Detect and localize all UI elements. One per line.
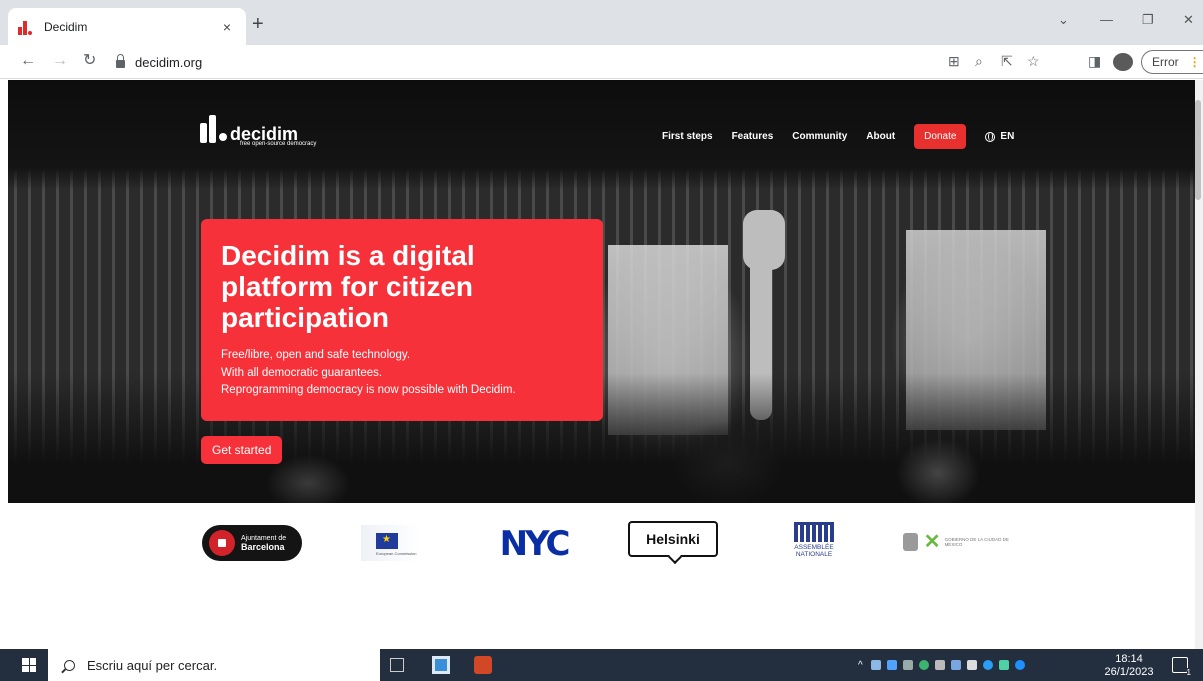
decidim-favicon-icon — [18, 19, 34, 35]
tray-app-icon[interactable] — [886, 660, 897, 670]
european-commission-logo[interactable]: European Commission — [361, 525, 421, 561]
reload-icon[interactable]: ↻ — [83, 51, 96, 71]
bluetooth-icon[interactable] — [1014, 660, 1025, 670]
wifi-icon[interactable] — [902, 660, 913, 670]
barcelona-line1: Ajuntament de — [241, 535, 287, 542]
hero-line: Free/libre, open and safe technology. — [221, 349, 411, 361]
windows-taskbar: Escriu aquí per cercar. ^ 18:14 26/1/202… — [0, 649, 1203, 681]
hero-card: Decidim is a digital platform for citize… — [201, 219, 603, 421]
volume-icon[interactable] — [934, 660, 945, 670]
side-panel-icon[interactable]: ◨ — [1088, 52, 1101, 70]
get-started-button[interactable]: Get started — [201, 436, 283, 464]
nav-about[interactable]: About — [866, 131, 895, 142]
main-nav: First steps Features Community About Don… — [662, 124, 1014, 149]
barcelona-text: Ajuntament de Barcelona — [241, 535, 287, 552]
helsinki-text: Helsinki — [646, 531, 700, 547]
notification-count: 1 — [1186, 668, 1191, 677]
battery-icon[interactable] — [966, 660, 977, 670]
tray-app-icon[interactable] — [870, 660, 881, 670]
cdmx-shield-icon — [903, 533, 918, 551]
taskbar-clock[interactable]: 18:14 26/1/2023 — [1103, 653, 1155, 679]
globe-icon — [985, 131, 996, 142]
header-shade — [8, 80, 1195, 190]
explorer-app-icon[interactable] — [432, 656, 450, 674]
decidim-logo-icon — [200, 115, 216, 143]
telegram-icon[interactable] — [982, 660, 993, 670]
barcelona-logo[interactable]: Ajuntament de Barcelona — [202, 525, 302, 561]
hero-title: Decidim is a digital platform for citize… — [221, 240, 475, 333]
tray-app-icon[interactable] — [918, 660, 929, 670]
logo-dot — [219, 133, 227, 141]
language-selector[interactable]: EN — [985, 131, 1014, 142]
tab-search-icon[interactable]: ⌄ — [1058, 12, 1069, 28]
zoom-icon[interactable]: ⌕ — [975, 52, 983, 70]
nav-community[interactable]: Community — [792, 131, 847, 142]
tab-strip: Decidim × + ⌄ — ❐ ✕ — [0, 0, 1203, 45]
tab-decidim[interactable]: Decidim × — [8, 8, 246, 45]
assemblee-line1: ASSEMBLÉE — [794, 544, 834, 551]
error-label: Error — [1152, 55, 1179, 69]
minimize-icon[interactable]: — — [1100, 12, 1113, 27]
windows-start-icon[interactable] — [22, 658, 36, 672]
clock-date: 26/1/2023 — [1104, 666, 1154, 678]
close-window-icon[interactable]: ✕ — [1183, 12, 1194, 28]
language-label: EN — [1000, 131, 1015, 142]
hero-section: decidim free open-source democracy First… — [8, 80, 1195, 503]
lock-icon[interactable] — [116, 53, 125, 68]
restore-icon[interactable]: ❐ — [1142, 12, 1154, 28]
share-icon[interactable]: ⇱ — [1001, 52, 1013, 70]
search-placeholder: Escriu aquí per cercar. — [87, 657, 218, 673]
barcelona-line2: Barcelona — [241, 542, 285, 552]
page-scrollbar[interactable] — [1195, 80, 1203, 649]
new-tab-button[interactable]: + — [252, 14, 264, 34]
clock-time: 18:14 — [1115, 653, 1143, 665]
notification-icon[interactable]: 1 — [1172, 657, 1191, 677]
system-tray: ^ — [858, 649, 1031, 681]
url-text[interactable]: decidim.org — [135, 55, 202, 70]
hero-photo-detail — [743, 210, 785, 270]
decidim-logo[interactable]: decidim free open-source democracy — [200, 115, 316, 147]
hero-description: Free/libre, open and safe technology. Wi… — [221, 347, 583, 400]
powerpoint-app-icon[interactable] — [474, 656, 492, 674]
taskbar-search-input[interactable]: Escriu aquí per cercar. — [48, 649, 380, 681]
back-icon[interactable]: ← — [20, 51, 36, 71]
barcelona-seal-icon — [209, 530, 235, 556]
profile-avatar[interactable] — [1113, 53, 1133, 71]
tray-app-icon[interactable] — [998, 660, 1009, 670]
helsinki-logo[interactable]: Helsinki — [628, 521, 718, 557]
tray-chevron-icon[interactable]: ^ — [858, 660, 863, 671]
nav-features[interactable]: Features — [732, 131, 774, 142]
assemblee-nationale-logo[interactable]: ASSEMBLÉE NATIONALE — [788, 522, 840, 566]
task-view-icon[interactable] — [390, 658, 404, 672]
browser-toolbar: ← → ↻ decidim.org ⊞ ⌕ ⇱ ☆ ◨ Error ⋮ — [0, 45, 1203, 79]
address-bar[interactable]: decidim.org — [116, 50, 946, 74]
cdmx-text: GOBIERNO DE LA CIUDAD DE MÉXICO — [944, 537, 1009, 547]
forward-icon[interactable]: → — [52, 51, 68, 71]
nyc-logo[interactable]: NYC — [483, 524, 584, 564]
partner-logos: Ajuntament de Barcelona European Commiss… — [8, 503, 1195, 649]
tab-close-icon[interactable]: × — [218, 19, 236, 35]
scrollbar-thumb[interactable] — [1195, 100, 1201, 200]
profile-error-button[interactable]: Error ⋮ — [1141, 50, 1203, 74]
logo-tagline: free open-source democracy — [240, 141, 317, 147]
hero-line: With all democratic guarantees. — [221, 366, 383, 379]
assemblee-building-icon — [794, 522, 834, 542]
bookmark-star-icon[interactable]: ☆ — [1027, 52, 1040, 70]
cdmx-emblem-icon: ✕ — [923, 531, 941, 553]
assemblee-line2: NATIONALE — [795, 551, 833, 558]
tray-app-icon[interactable] — [950, 660, 961, 670]
menu-icon[interactable]: ⋮ — [1189, 55, 1201, 69]
cdmx-logo[interactable]: ✕ GOBIERNO DE LA CIUDAD DE MÉXICO — [903, 531, 1013, 553]
nav-first-steps[interactable]: First steps — [662, 131, 713, 142]
translate-icon[interactable]: ⊞ — [948, 52, 960, 70]
assemblee-text: ASSEMBLÉE NATIONALE — [788, 544, 840, 558]
donate-button[interactable]: Donate — [914, 124, 967, 149]
eu-flag-icon — [376, 533, 398, 549]
tab-title: Decidim — [44, 19, 88, 34]
eu-caption: European Commission — [376, 551, 417, 556]
hero-line: Reprogramming democracy is now possible … — [221, 384, 516, 396]
search-icon — [64, 659, 75, 671]
